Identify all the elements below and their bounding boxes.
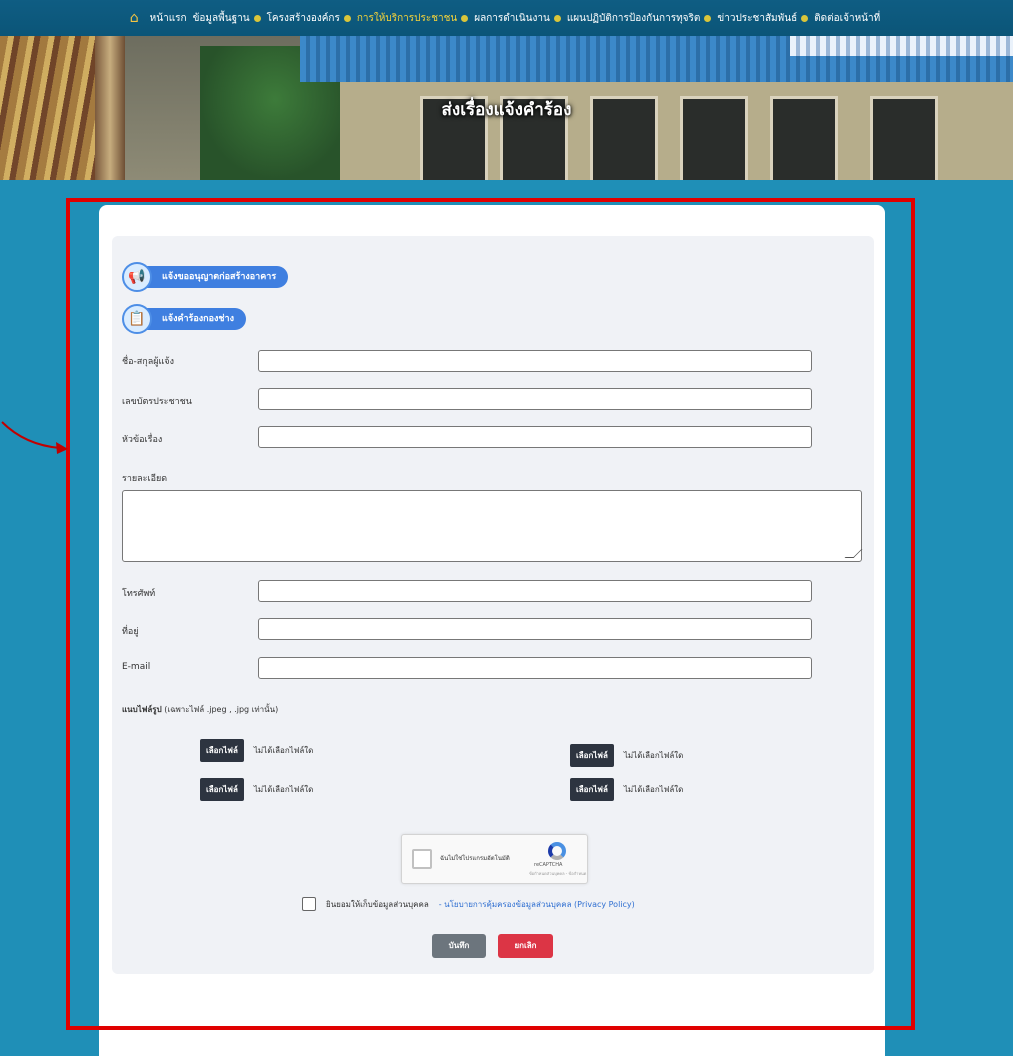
name-input[interactable] (258, 350, 812, 372)
nav-item-label[interactable]: ติดต่อเจ้าหน้าที่ (814, 11, 880, 26)
nav-item-label[interactable]: โครงสร้างองค์กร (267, 11, 340, 26)
dropdown-dot-icon (704, 14, 712, 22)
nav-item-organization[interactable]: โครงสร้างองค์กร (267, 11, 351, 26)
upload-note: (เฉพาะไฟล์ .jpeg , .jpg เท่านั้น) (161, 705, 279, 714)
file-upload-4: เลือกไฟล์ ไม่ได้เลือกไฟล์ใด (570, 778, 683, 801)
detail-textarea[interactable] (122, 490, 863, 562)
nav-item-home[interactable]: หน้าแรก (150, 11, 187, 26)
dropdown-dot-icon (801, 14, 809, 22)
nav-item-label[interactable]: ข่าวประชาสัมพันธ์ (717, 11, 797, 26)
top-navigation: ⌂ หน้าแรก ข้อมูลพื้นฐาน โครงสร้างองค์กร … (0, 0, 1013, 36)
save-button[interactable]: บันทึก (432, 934, 486, 958)
clipboard-icon: 📋 (122, 304, 152, 334)
recaptcha-terms[interactable]: ข้อกำหนดส่วนบุคคล - ข้อกำหนด (529, 870, 586, 877)
option-label: แจ้งคำร้องกองช่าง (144, 308, 246, 330)
nav-item-contact[interactable]: ติดต่อเจ้าหน้าที่ (814, 11, 880, 26)
dropdown-dot-icon (553, 14, 561, 22)
megaphone-icon: 📢 (122, 262, 152, 292)
address-label: ที่อยู่ (122, 627, 139, 637)
file-upload-2: เลือกไฟล์ ไม่ได้เลือกไฟล์ใด (570, 744, 683, 767)
idcard-label: เลขบัตรประชาชน (122, 397, 192, 407)
option-engineering-request[interactable]: 📋 แจ้งคำร้องกองช่าง (122, 304, 246, 334)
email-input[interactable] (258, 657, 812, 679)
consent-row: ยินยอมให้เก็บข้อมูลส่วนบุคคล - นโยบายการ… (302, 897, 635, 911)
home-icon[interactable]: ⌂ (130, 10, 139, 26)
recaptcha-text: ฉันไม่ใช่โปรแกรมอัตโนมัติ (440, 855, 510, 862)
nav-item-basic-info[interactable]: ข้อมูลพื้นฐาน (193, 11, 261, 26)
privacy-policy-link[interactable]: - นโยบายการคุ้มครองข้อมูลส่วนบุคคล (Priv… (439, 898, 635, 911)
nav-item-label[interactable]: การให้บริการประชาชน (357, 11, 457, 26)
recaptcha-checkbox[interactable] (412, 849, 432, 869)
cancel-button[interactable]: ยกเลิก (498, 934, 553, 958)
file-status: ไม่ได้เลือกไฟล์ใด (253, 746, 314, 755)
choose-file-button[interactable]: เลือกไฟล์ (200, 778, 244, 801)
option-label: แจ้งขออนุญาตก่อสร้างอาคาร (144, 266, 289, 288)
recaptcha-widget: ฉันไม่ใช่โปรแกรมอัตโนมัติ reCAPTCHA ข้อก… (401, 834, 588, 884)
file-upload-1: เลือกไฟล์ ไม่ได้เลือกไฟล์ใด (200, 739, 313, 762)
email-label: E-mail (122, 662, 151, 672)
recaptcha-brand: reCAPTCHA (534, 862, 563, 868)
consent-checkbox[interactable] (302, 897, 316, 911)
choose-file-button[interactable]: เลือกไฟล์ (570, 778, 614, 801)
nav-item-label[interactable]: แผนปฏิบัติการป้องกันการทุจริต (567, 11, 701, 26)
file-status: ไม่ได้เลือกไฟล์ใด (623, 785, 684, 794)
subject-input[interactable] (258, 426, 812, 448)
phone-label: โทรศัพท์ (122, 589, 156, 599)
consent-text: ยินยอมให้เก็บข้อมูลส่วนบุคคล (326, 899, 429, 909)
upload-title-bold: แนบไฟล์รูป (122, 705, 162, 714)
detail-label: รายละเอียด (122, 474, 168, 484)
name-label: ชื่อ-สกุลผู้แจ้ง (122, 357, 174, 367)
subject-label: หัวข้อเรื่อง (122, 435, 163, 445)
nav-item-label[interactable]: หน้าแรก (150, 11, 187, 26)
nav-item-anti-corruption[interactable]: แผนปฏิบัติการป้องกันการทุจริต (567, 11, 712, 26)
dropdown-dot-icon (461, 14, 469, 22)
file-upload-3: เลือกไฟล์ ไม่ได้เลือกไฟล์ใด (200, 778, 313, 801)
phone-input[interactable] (258, 580, 812, 602)
nav-item-label[interactable]: ผลการดำเนินงาน (474, 11, 550, 26)
option-building-permit[interactable]: 📢 แจ้งขออนุญาตก่อสร้างอาคาร (122, 262, 289, 292)
arrow-icon (1, 421, 68, 454)
nav-item-performance[interactable]: ผลการดำเนินงาน (474, 11, 561, 26)
resize-handle-icon[interactable] (844, 549, 863, 558)
nav-item-public-services[interactable]: การให้บริการประชาชน (357, 11, 469, 26)
address-input[interactable] (258, 618, 812, 640)
hero-banner: ส่งเรื่องแจ้งคำร้อง (0, 36, 1013, 180)
hero-roof-edge (790, 36, 1013, 56)
idcard-input[interactable] (258, 388, 812, 410)
nav-item-news[interactable]: ข่าวประชาสัมพันธ์ (717, 11, 809, 26)
file-status: ไม่ได้เลือกไฟล์ใด (623, 751, 684, 760)
choose-file-button[interactable]: เลือกไฟล์ (570, 744, 614, 767)
nav-item-label[interactable]: ข้อมูลพื้นฐาน (193, 11, 250, 26)
file-status: ไม่ได้เลือกไฟล์ใด (253, 785, 314, 794)
page-title: ส่งเรื่องแจ้งคำร้อง (441, 100, 572, 120)
dropdown-dot-icon (253, 14, 261, 22)
dropdown-dot-icon (343, 14, 351, 22)
choose-file-button[interactable]: เลือกไฟล์ (200, 739, 244, 762)
upload-title: แนบไฟล์รูป (เฉพาะไฟล์ .jpeg , .jpg เท่าน… (122, 703, 278, 716)
recaptcha-logo-icon (548, 842, 566, 860)
